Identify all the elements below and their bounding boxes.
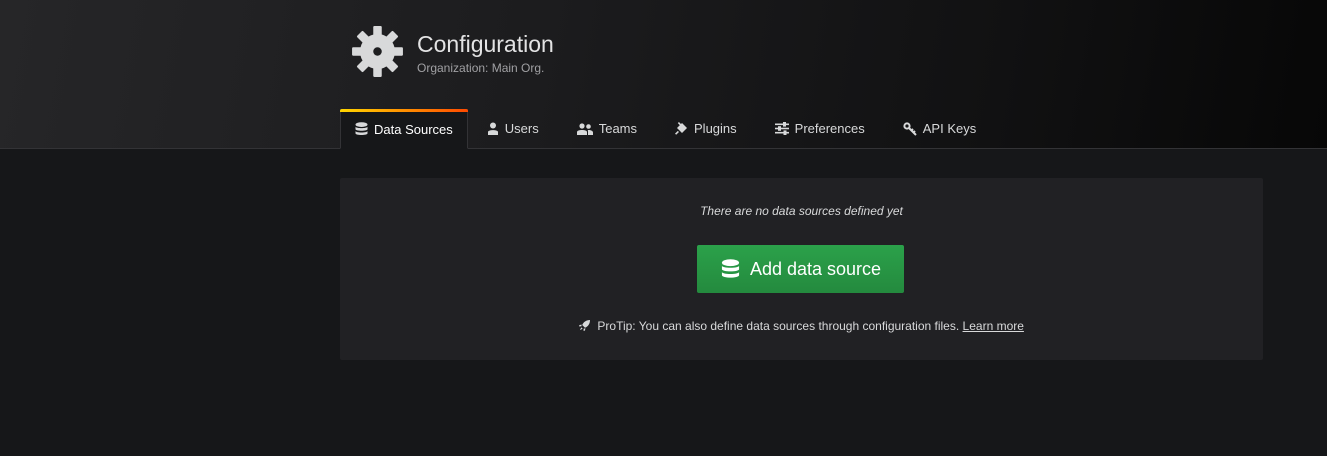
user-icon <box>487 122 498 135</box>
tab-api-keys[interactable]: API Keys <box>884 109 995 148</box>
tab-label: Teams <box>598 121 638 136</box>
tab-label: Users <box>504 121 539 136</box>
sliders-icon <box>774 122 789 135</box>
page-header: Configuration Organization: Main Org. Da… <box>0 0 1327 149</box>
tab-label: API Keys <box>922 121 977 136</box>
database-icon <box>355 122 368 136</box>
database-icon <box>721 259 740 278</box>
tab-preferences[interactable]: Preferences <box>756 109 884 148</box>
tab-users[interactable]: Users <box>468 109 558 148</box>
rocket-icon <box>579 320 591 331</box>
tab-bar: Data Sources Users Teams Plugins Prefere… <box>340 109 995 149</box>
page-subtitle: Organization: Main Org. <box>417 61 545 75</box>
page-title: Configuration <box>417 31 554 57</box>
protip: ProTip: You can also define data sources… <box>340 319 1263 333</box>
add-data-source-button[interactable]: Add data source <box>697 245 904 293</box>
empty-state-card: There are no data sources defined yet Ad… <box>340 178 1263 360</box>
tab-label: Preferences <box>794 121 865 136</box>
tab-teams[interactable]: Teams <box>558 109 656 148</box>
plug-icon <box>675 122 688 135</box>
learn-more-link[interactable]: Learn more <box>963 319 1024 333</box>
empty-state-message: There are no data sources defined yet <box>700 204 903 218</box>
gear-icon <box>352 26 403 77</box>
users-icon <box>576 122 593 135</box>
add-data-source-label: Add data source <box>749 258 882 279</box>
tab-label: Data Sources <box>374 121 453 137</box>
key-icon <box>903 121 917 136</box>
tab-data-sources[interactable]: Data Sources <box>340 109 468 149</box>
tab-label: Plugins <box>694 121 737 136</box>
tab-plugins[interactable]: Plugins <box>656 109 756 148</box>
protip-text: ProTip: You can also define data sources… <box>597 319 960 333</box>
